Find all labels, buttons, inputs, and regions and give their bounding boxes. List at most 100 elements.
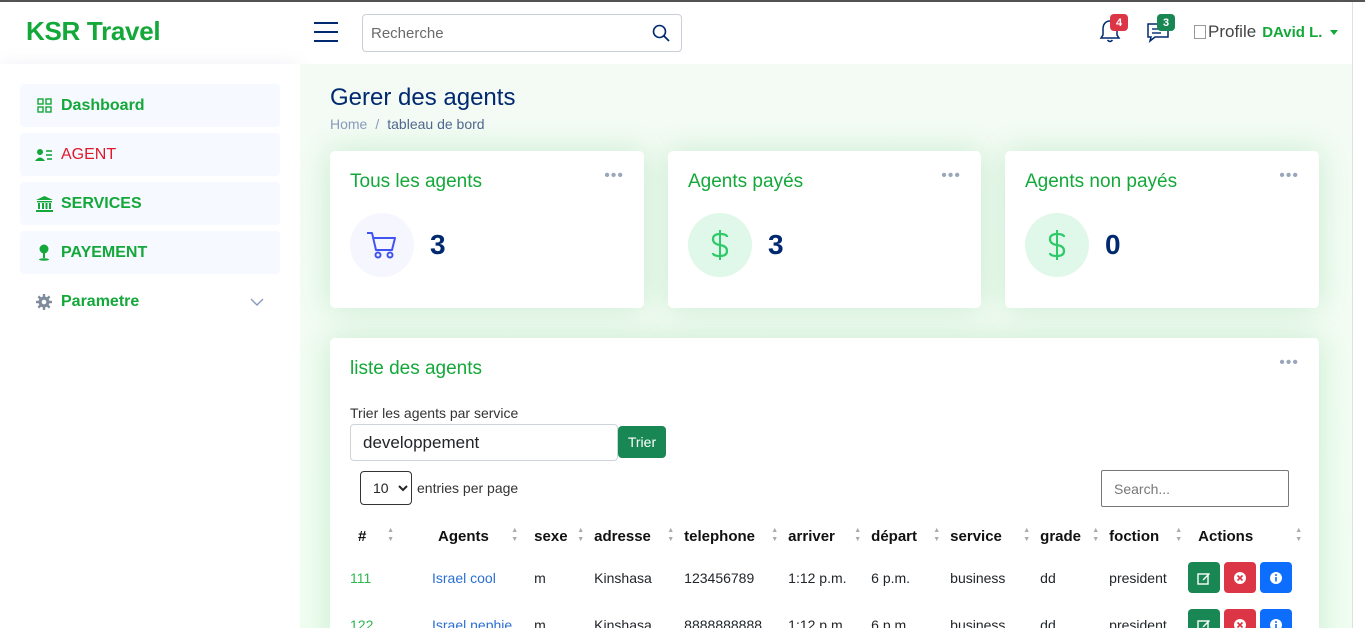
sort-icon: ▲ ▼ bbox=[1092, 527, 1100, 543]
agent-link[interactable]: Israel nephie bbox=[396, 601, 520, 628]
dollar-icon bbox=[1025, 213, 1089, 277]
pin-icon bbox=[35, 244, 53, 262]
app-logo[interactable]: KSR Travel bbox=[26, 16, 161, 47]
card-value: 3 bbox=[768, 229, 784, 260]
sidebar-item-agent[interactable]: AGENT bbox=[20, 133, 280, 176]
card-title: Agents payés bbox=[688, 171, 804, 192]
cell-fonction: president bbox=[1109, 616, 1167, 628]
close-circle-icon bbox=[1234, 571, 1247, 584]
sort-icon: ▲ ▼ bbox=[667, 527, 675, 543]
sort-icon: ▲ ▼ bbox=[387, 527, 394, 543]
page-scrollbar[interactable] bbox=[1352, 2, 1365, 628]
profile-name: DAvid L. bbox=[1262, 23, 1323, 41]
breadcrumb-separator: / bbox=[375, 116, 380, 132]
table-search-input[interactable] bbox=[1101, 470, 1289, 507]
messages-button[interactable]: 3 bbox=[1145, 14, 1175, 48]
edit-button[interactable] bbox=[1188, 609, 1221, 628]
card-title: Tous les agents bbox=[350, 171, 483, 192]
column-header[interactable]: grade ▲ ▼ bbox=[1032, 518, 1101, 554]
column-header[interactable]: # ▲ ▼ bbox=[350, 518, 396, 554]
cell-id: 111 bbox=[350, 569, 372, 586]
sort-icon: ▲ ▼ bbox=[1295, 527, 1303, 543]
grid-icon bbox=[35, 97, 53, 115]
cell-arriver: 1:12 p.m. bbox=[788, 616, 847, 628]
agent-link[interactable]: Israel cool bbox=[396, 554, 520, 601]
sidebar-item-services[interactable]: SERVICES bbox=[20, 182, 280, 225]
card-value: 3 bbox=[430, 229, 446, 260]
table-row: 122 Israel nephie m Kinshasa 8888888888 … bbox=[350, 601, 1304, 628]
edit-button[interactable] bbox=[1188, 562, 1221, 593]
column-header[interactable]: foction ▲ ▼ bbox=[1101, 518, 1184, 554]
breadcrumb-home[interactable]: Home bbox=[330, 116, 367, 132]
cell-id: 122 bbox=[350, 616, 374, 628]
broken-image-icon bbox=[1194, 25, 1206, 39]
cell-sexe: m bbox=[534, 616, 546, 628]
cell-grade: dd bbox=[1040, 569, 1056, 586]
table-row: 111 Israel cool m Kinshasa 123456789 1:1… bbox=[350, 554, 1304, 601]
notifications-button[interactable]: 4 bbox=[1098, 14, 1128, 46]
sidebar-item-label: SERVICES bbox=[61, 194, 142, 212]
column-header[interactable]: service ▲ ▼ bbox=[942, 518, 1032, 554]
profile-dropdown[interactable]: Profile DAvid L. bbox=[1194, 22, 1339, 42]
agents-table: # ▲ ▼ Agents ▲ ▼ sexe ▲ ▼ adresse ▲ ▼ telephone ▲… bbox=[350, 518, 1304, 628]
sidebar-item-dashboard[interactable]: Dashboard bbox=[20, 84, 280, 127]
messages-badge: 3 bbox=[1157, 14, 1175, 31]
column-header[interactable]: telephone ▲ ▼ bbox=[676, 518, 780, 554]
avatar: Profile bbox=[1194, 22, 1256, 42]
info-button[interactable] bbox=[1260, 609, 1293, 628]
more-options-icon[interactable]: ••• bbox=[604, 167, 624, 185]
table-header-row: # ▲ ▼ Agents ▲ ▼ sexe ▲ ▼ adresse ▲ ▼ telephone ▲… bbox=[350, 518, 1304, 554]
more-options-icon[interactable]: ••• bbox=[941, 167, 961, 185]
column-header[interactable]: Actions ▲ ▼ bbox=[1184, 518, 1304, 554]
close-circle-icon bbox=[1234, 618, 1247, 628]
more-options-icon[interactable]: ••• bbox=[1279, 167, 1299, 185]
menu-toggle-icon[interactable] bbox=[314, 22, 338, 42]
gear-icon bbox=[35, 293, 53, 311]
edit-icon bbox=[1197, 619, 1211, 628]
trier-button[interactable]: Trier bbox=[618, 426, 666, 458]
card-value: 0 bbox=[1105, 229, 1121, 260]
caret-down-icon bbox=[1330, 29, 1339, 35]
info-button[interactable] bbox=[1260, 562, 1293, 593]
column-header[interactable]: sexe ▲ ▼ bbox=[520, 518, 586, 554]
cell-adresse: Kinshasa bbox=[594, 616, 652, 628]
main-content: Gerer des agents Home / tableau de bord … bbox=[300, 64, 1352, 628]
column-header[interactable]: arriver ▲ ▼ bbox=[780, 518, 863, 554]
cell-actions bbox=[1184, 601, 1304, 628]
sort-icon: ▲ ▼ bbox=[933, 527, 941, 543]
delete-button[interactable] bbox=[1224, 562, 1257, 593]
search-input[interactable] bbox=[363, 15, 641, 51]
breadcrumb: Home / tableau de bord bbox=[330, 116, 485, 132]
cell-telephone: 123456789 bbox=[684, 569, 755, 586]
cell-fonction: president bbox=[1109, 569, 1167, 586]
chevron-down-icon bbox=[250, 294, 264, 312]
cell-depart: 6 p.m. bbox=[871, 616, 911, 628]
search-icon[interactable] bbox=[641, 15, 681, 51]
more-options-icon[interactable]: ••• bbox=[1279, 354, 1299, 372]
page-title: Gerer des agents bbox=[330, 84, 516, 111]
cell-service: business bbox=[950, 616, 1006, 628]
search-bar bbox=[362, 14, 682, 52]
entries-per-page-select[interactable]: 10 bbox=[360, 471, 412, 505]
info-icon bbox=[1270, 618, 1283, 628]
cell-telephone: 8888888888 bbox=[684, 616, 763, 628]
column-header[interactable]: départ ▲ ▼ bbox=[863, 518, 942, 554]
chat-icon bbox=[1145, 23, 1171, 48]
sidebar-item-parametre[interactable]: Parametre bbox=[20, 280, 280, 323]
stat-card-unpaid-agents: Agents non payés ••• 0 bbox=[1005, 151, 1319, 308]
dollar-icon bbox=[688, 213, 752, 277]
sidebar-item-payement[interactable]: PAYEMENT bbox=[20, 231, 280, 274]
sort-icon: ▲ ▼ bbox=[771, 527, 779, 543]
column-header[interactable]: Agents ▲ ▼ bbox=[396, 518, 520, 554]
column-header[interactable]: adresse ▲ ▼ bbox=[586, 518, 676, 554]
delete-button[interactable] bbox=[1224, 609, 1257, 628]
stat-card-paid-agents: Agents payés ••• 3 bbox=[668, 151, 981, 308]
sidebar-item-label: PAYEMENT bbox=[61, 243, 148, 261]
cell-actions bbox=[1184, 554, 1304, 601]
sidebar-item-label: AGENT bbox=[61, 145, 117, 163]
person-lines-icon bbox=[35, 146, 53, 164]
sidebar-item-label: Parametre bbox=[61, 292, 140, 310]
stat-card-all-agents: Tous les agents ••• 3 bbox=[330, 151, 644, 308]
notifications-badge: 4 bbox=[1110, 14, 1128, 31]
service-filter-input[interactable] bbox=[350, 424, 618, 461]
